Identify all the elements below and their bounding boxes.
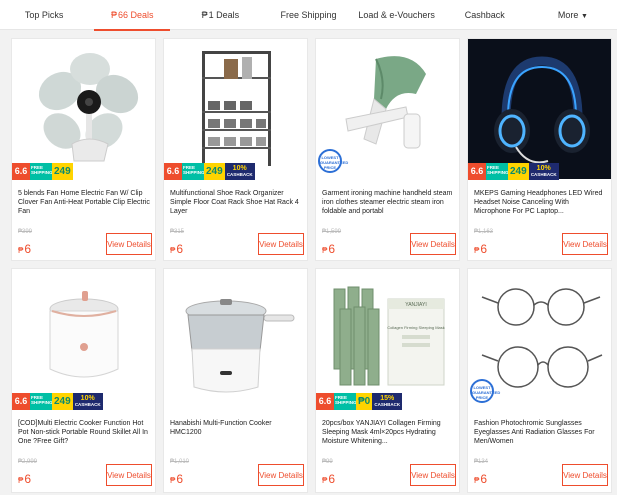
cashback-tag: 10% CASHBACK: [528, 163, 559, 180]
lowest-price-badge: LOWEST GUARANTEED PRICE: [318, 149, 348, 173]
free-shipping-tag: FREE SHIPPING: [182, 163, 205, 180]
original-price: ₱2,999: [18, 459, 38, 465]
sale-tag: 6.6: [12, 393, 30, 410]
min-spend-value: 249: [52, 163, 73, 180]
original-price: ₱1,163: [474, 229, 494, 235]
tab-cashback[interactable]: Cashback: [441, 0, 529, 30]
promo-banner: 6.6 FREE SHIPPING 249: [12, 163, 73, 180]
original-price: ₱399: [18, 229, 33, 235]
min-spend-value: 249: [204, 163, 225, 180]
deal-price: ₱6: [18, 242, 32, 256]
view-details-button[interactable]: View Details: [106, 233, 152, 255]
view-details-button[interactable]: View Details: [106, 464, 152, 486]
product-title[interactable]: Garment ironing machine handheld steam i…: [322, 189, 455, 225]
free-shipping-tag: FREE SHIPPING: [30, 163, 53, 180]
product-image: YANJIAYI Collagen Firming Sleeping Mask: [316, 269, 459, 409]
tab-label: 66 Deals: [117, 10, 154, 20]
sale-tag: 6.6: [164, 163, 182, 180]
tab-label: Top Picks: [24, 10, 64, 20]
tab-label: Cashback: [464, 10, 505, 20]
promo-banner: 6.6 FREE SHIPPING ₱0 15% CASHBACK: [316, 393, 403, 410]
product-image: [164, 39, 307, 179]
product-image: [164, 269, 307, 409]
product-card[interactable]: 6.6 FREE SHIPPING 249 10% CASHBACK MKEPS …: [467, 38, 612, 261]
cashback-tag: 15% CASHBACK: [372, 393, 403, 410]
product-title[interactable]: Hanabishi Multi-Function Cooker HMC1200: [170, 419, 303, 455]
view-details-button[interactable]: View Details: [410, 233, 456, 255]
promo-banner: 6.6 FREE SHIPPING 249 10% CASHBACK: [12, 393, 103, 410]
product-title[interactable]: Multifunctional Shoe Rack Organizer Simp…: [170, 189, 303, 225]
sale-tag: 6.6: [468, 163, 486, 180]
free-shipping-tag: FREE SHIPPING: [334, 393, 357, 410]
view-details-button[interactable]: View Details: [562, 233, 608, 255]
product-title[interactable]: [COD]Multi Electric Cooker Function Hot …: [18, 419, 151, 455]
min-spend-value: 249: [508, 163, 529, 180]
tab-free-shipping[interactable]: Free Shipping: [264, 0, 352, 30]
free-shipping-tag: FREE SHIPPING: [30, 393, 53, 410]
min-spend-value: ₱0: [356, 393, 373, 410]
tab-label: More: [557, 10, 579, 20]
tab-66-deals[interactable]: ₱66 Deals: [88, 0, 176, 31]
product-card[interactable]: 6.6 FREE SHIPPING 249 10% CASHBACK [COD]M…: [11, 268, 156, 493]
deal-price: ₱6: [170, 472, 184, 486]
product-title[interactable]: 5 blends Fan Home Electric Fan W/ Clip C…: [18, 189, 151, 225]
free-shipping-tag: FREE SHIPPING: [486, 163, 509, 180]
product-title[interactable]: MKEPS Gaming Headphones LED Wired Headse…: [474, 189, 607, 225]
original-price: ₱99: [322, 459, 333, 465]
sale-tag: 6.6: [316, 393, 334, 410]
product-image: [468, 39, 611, 179]
original-price: ₱1,599: [322, 229, 342, 235]
promo-banner: 6.6 FREE SHIPPING 249 10% CASHBACK: [164, 163, 255, 180]
product-grid: 6.6 FREE SHIPPING 249 5 blends Fan Home …: [11, 38, 612, 493]
product-card[interactable]: 6.6 FREE SHIPPING 249 10% CASHBACK Multif…: [163, 38, 308, 261]
product-image: [12, 269, 155, 409]
view-details-button[interactable]: View Details: [562, 464, 608, 486]
peso-sign: ₱: [201, 10, 208, 20]
product-card[interactable]: Hanabishi Multi-Function Cooker HMC1200 …: [163, 268, 308, 493]
category-tabs: Top Picks ₱66 Deals ₱1 Deals Free Shippi…: [0, 0, 617, 31]
view-details-button[interactable]: View Details: [410, 464, 456, 486]
tab-top-picks[interactable]: Top Picks: [0, 0, 88, 30]
product-image: [12, 39, 155, 179]
package-label: Collagen Firming Sleeping Mask: [387, 325, 445, 330]
tab-label: Load & e-Vouchers: [358, 10, 435, 20]
product-title[interactable]: Fashion Photochromic Sunglasses Eyeglass…: [474, 419, 607, 455]
original-price: ₱134: [474, 459, 489, 465]
promo-banner: 6.6 FREE SHIPPING 249 10% CASHBACK: [468, 163, 559, 180]
product-card[interactable]: YANJIAYI Collagen Firming Sleeping Mask …: [315, 268, 460, 493]
deal-price: ₱6: [170, 242, 184, 256]
deal-price: ₱6: [474, 242, 488, 256]
deal-price: ₱6: [322, 242, 336, 256]
sale-tag: 6.6: [12, 163, 30, 180]
tab-more[interactable]: More ▼: [529, 0, 617, 30]
product-title[interactable]: 20pcs/box YANJIAYI Collagen Firming Slee…: [322, 419, 455, 455]
deal-price: ₱6: [474, 472, 488, 486]
peso-sign: ₱: [110, 10, 117, 20]
original-price: ₱315: [170, 229, 185, 235]
original-price: ₱1,010: [170, 459, 190, 465]
tab-label: Free Shipping: [280, 10, 337, 20]
tab-load-vouchers[interactable]: Load & e-Vouchers: [353, 0, 441, 30]
min-spend-value: 249: [52, 393, 73, 410]
product-card[interactable]: LOWEST GUARANTEED PRICE Fashion Photochr…: [467, 268, 612, 493]
cashback-tag: 10% CASHBACK: [224, 163, 255, 180]
package-brand: YANJIAYI: [405, 302, 427, 308]
cashback-tag: 10% CASHBACK: [72, 393, 103, 410]
caret-down-icon: ▼: [580, 13, 588, 20]
tab-1-deals[interactable]: ₱1 Deals: [176, 0, 264, 30]
view-details-button[interactable]: View Details: [258, 464, 304, 486]
product-card[interactable]: LOWEST GUARANTEED PRICE Garment ironing …: [315, 38, 460, 261]
deal-price: ₱6: [18, 472, 32, 486]
product-card[interactable]: 6.6 FREE SHIPPING 249 5 blends Fan Home …: [11, 38, 156, 261]
view-details-button[interactable]: View Details: [258, 233, 304, 255]
deal-price: ₱6: [322, 472, 336, 486]
tab-label: 1 Deals: [208, 10, 240, 20]
lowest-price-badge: LOWEST GUARANTEED PRICE: [470, 379, 500, 403]
